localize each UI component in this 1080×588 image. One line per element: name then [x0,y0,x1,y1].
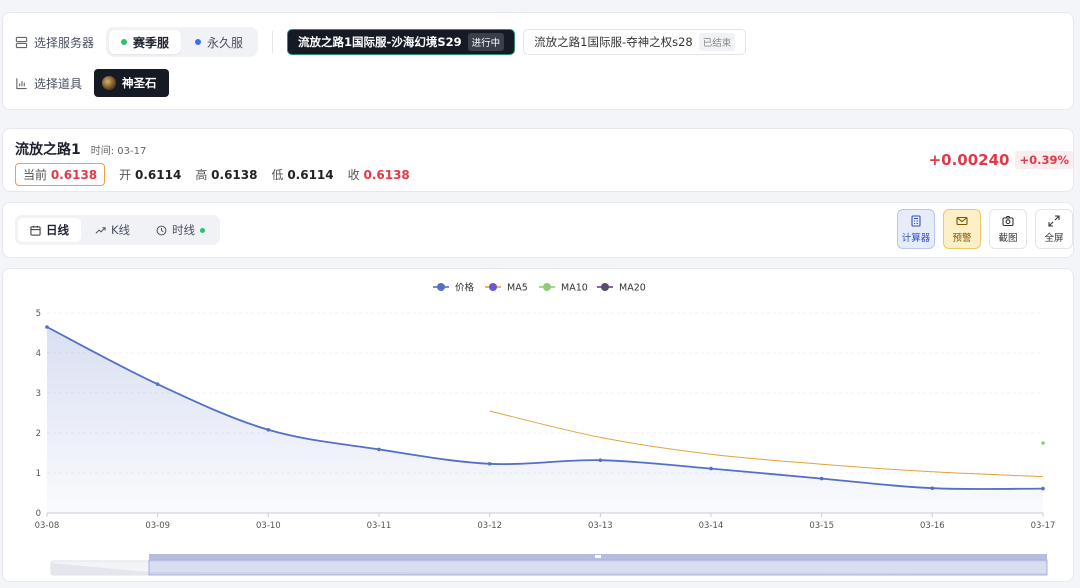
timestamp: 时间: 03-17 [90,146,147,157]
x-tick-label: 03-13 [588,521,613,531]
x-tick-label: 03-14 [699,521,724,531]
x-tick-label: 03-09 [145,521,170,531]
live-dot-icon [200,227,206,233]
price-point [709,466,713,471]
dot-icon [121,39,128,45]
change-value: +0.00240 [928,151,1010,169]
current-price: 当前 0.6138 [15,163,106,186]
screenshot-button[interactable]: 截图 [989,209,1027,249]
price-stats: 当前 0.6138 开 0.6114 高 0.6138 低 0.6114 收 0… [15,163,410,186]
calculator-icon [911,214,921,227]
y-tick-label: 4 [36,349,41,359]
legend-marker [543,283,551,291]
zoom-slider-window [148,559,1048,576]
x-tick-label: 03-17 [1031,521,1056,531]
y-tick-label: 5 [36,309,41,319]
item-button-divine-orb[interactable]: 神圣石 [94,69,169,97]
legend-marker [489,283,497,291]
x-tick-label: 03-11 [367,521,392,531]
mode-seasonal[interactable]: 赛季服 [109,30,182,54]
y-tick-label: 0 [36,509,41,519]
open-price: 开 0.6114 [119,168,182,182]
price-change: +0.00240 +0.39% [929,151,1073,169]
server-option-s28[interactable]: 流放之路1国际服-夺神之权s28 已结束 [523,29,747,55]
fullscreen-button[interactable]: 全屏 [1035,209,1073,249]
price-point [377,447,381,452]
price-point [819,476,824,481]
tab-kline[interactable]: K线 [83,218,142,242]
price-point [930,486,935,490]
y-tick-label: 2 [36,429,41,439]
alert-button[interactable]: 预警 [943,209,981,249]
close-price: 收 0.6138 [347,168,410,182]
calendar-icon [30,225,41,236]
legend-label: MA5 [507,283,528,294]
tab-hourly[interactable]: 时线 [144,218,217,242]
low-price: 低 0.6114 [271,168,334,182]
expand-icon [1048,214,1060,227]
calculator-button[interactable]: 计算器 [897,209,935,249]
price-point [1041,486,1045,491]
legend-marker [437,283,445,291]
status-badge: 进行中 [467,33,505,51]
y-tick-label: 1 [36,469,41,479]
y-tick-label: 3 [36,389,41,399]
x-tick-label: 03-15 [809,521,834,531]
game-title: 流放之路1 [15,142,81,158]
camera-icon [1002,215,1014,226]
chart-toolbar: 日线 K线 时线 计算器 预警 截图 全屏 [2,202,1074,258]
x-tick-label: 03-12 [477,521,502,531]
x-tick-label: 03-10 [256,521,281,531]
mail-icon [956,216,968,225]
price-point [487,462,492,466]
server-selector-label: 选择服务器 [15,34,94,51]
x-tick-label: 03-16 [920,521,945,531]
price-point [155,382,160,386]
legend-marker [601,283,609,291]
x-tick-label: 03-08 [35,521,60,531]
dot-icon [195,39,202,45]
chart-panel: 0 1 2 3 4 5 03-08 03-09 03-10 03-11 03-12 03-13 03-1… [2,268,1074,582]
series-point-MA10 [1041,441,1045,445]
price-panel: 流放之路1 时间: 03-17 当前 0.6138 开 0.6114 高 0.6… [2,128,1074,192]
selection-panel: 选择服务器 赛季服 永久服 流放之路1国际服-沙海幻境S29 进行中 流放之路1… [2,12,1074,110]
high-price: 高 0.6138 [195,168,258,182]
change-percent: +0.39% [1015,151,1073,169]
legend-label: MA20 [619,283,646,294]
legend-label: 价格 [455,282,475,294]
tab-daily[interactable]: 日线 [18,218,81,242]
trend-icon [95,226,106,234]
price-point [45,325,49,329]
price-line-chart: 0 1 2 3 4 5 03-08 03-09 03-10 03-11 03-12 03-13 03-1… [35,282,1056,576]
price-point [598,458,603,462]
zoom-slider-grip [595,555,601,558]
server-option-s29[interactable]: 流放之路1国际服-沙海幻境S29 进行中 [287,29,516,55]
item-selector-label: 选择道具 [15,75,82,92]
divine-orb-icon [102,76,117,90]
interval-tabs: 日线 K线 时线 [15,215,221,245]
mode-permanent[interactable]: 永久服 [183,30,255,54]
server-mode-toggle: 赛季服 永久服 [106,27,259,57]
price-point [266,428,271,432]
legend-label: MA10 [561,283,588,294]
tool-buttons: 计算器 预警 截图 全屏 [897,209,1073,249]
divider [272,31,274,53]
server-icon [15,36,28,48]
status-badge: 已结束 [698,33,736,51]
clock-icon [156,225,167,235]
bar-chart-icon [16,77,27,89]
